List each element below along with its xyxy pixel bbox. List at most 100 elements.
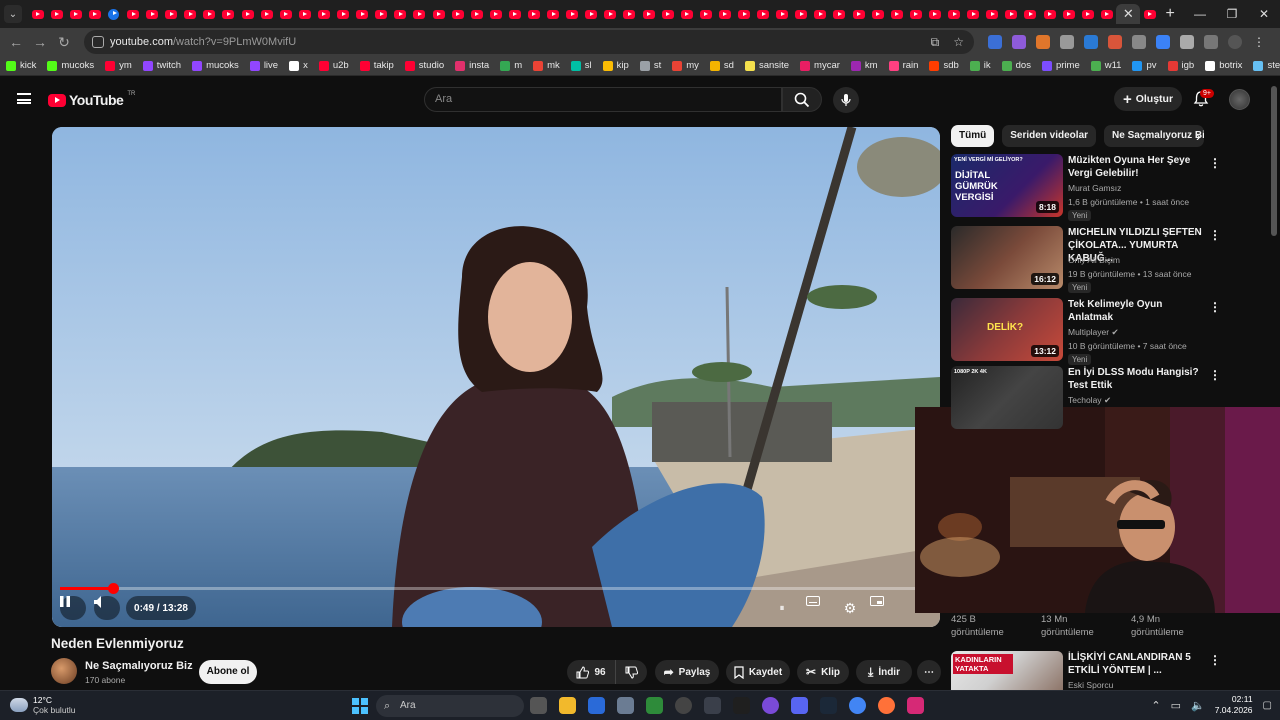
browser-tab[interactable] bbox=[658, 4, 677, 24]
notification-center-icon[interactable]: ▢ bbox=[1263, 700, 1272, 711]
bookmark-item[interactable]: sl bbox=[570, 60, 592, 71]
menu-icon[interactable] bbox=[17, 93, 31, 104]
reading-list-icon[interactable] bbox=[1204, 35, 1218, 49]
video-thumbnail[interactable]: YENİ VERGİ Mİ GELİYOR? DİJİTAL GÜMRÜK VER… bbox=[951, 154, 1063, 217]
recommendation-item[interactable]: 1080P 2K 4K En İyi DLSS Modu Hangisi? Tes… bbox=[951, 366, 1271, 430]
bookmark-item[interactable]: my bbox=[672, 60, 699, 71]
browser-tab[interactable] bbox=[486, 4, 505, 24]
browser-tab[interactable] bbox=[314, 4, 333, 24]
browser-tab[interactable] bbox=[524, 4, 543, 24]
minimize-button[interactable]: — bbox=[1184, 0, 1216, 28]
network-icon[interactable]: ▭ bbox=[1171, 699, 1181, 712]
discord-icon[interactable] bbox=[791, 697, 808, 714]
subtitles-button[interactable] bbox=[806, 596, 830, 620]
recommendation-item[interactable]: DELİK? 13:12 Tek Kelimeyle Oyun Anlatmak Mu… bbox=[951, 298, 1271, 365]
browser-tab[interactable] bbox=[391, 4, 410, 24]
browser-tab[interactable] bbox=[448, 4, 467, 24]
browser-tab[interactable] bbox=[1021, 4, 1040, 24]
app-icon[interactable] bbox=[733, 697, 750, 714]
account-avatar[interactable] bbox=[1229, 89, 1250, 110]
browser-menu-icon[interactable]: ⋮ bbox=[1252, 35, 1266, 49]
create-button[interactable]: + Oluştur bbox=[1114, 87, 1182, 111]
browser-tab[interactable] bbox=[334, 4, 353, 24]
browser-tab[interactable] bbox=[162, 4, 181, 24]
extension-icon[interactable] bbox=[1132, 35, 1146, 49]
task-view-icon[interactable] bbox=[530, 697, 547, 714]
settings-app-icon[interactable] bbox=[617, 697, 634, 714]
app-icon[interactable] bbox=[646, 697, 663, 714]
dislike-button[interactable] bbox=[615, 660, 647, 684]
browser-tab[interactable] bbox=[582, 4, 601, 24]
browser-tab[interactable] bbox=[830, 4, 849, 24]
bookmark-item[interactable]: twitch bbox=[142, 60, 181, 71]
bookmark-item[interactable]: x bbox=[289, 60, 308, 71]
bookmark-item[interactable]: igb bbox=[1167, 60, 1194, 71]
extension-icon[interactable] bbox=[1156, 35, 1170, 49]
new-tab-button[interactable]: + bbox=[1165, 5, 1174, 23]
browser-tab[interactable] bbox=[639, 4, 658, 24]
browser-tab[interactable] bbox=[715, 4, 734, 24]
like-button[interactable]: 96 bbox=[567, 660, 615, 684]
recommendation-title[interactable]: Tek Kelimeyle Oyun Anlatmak bbox=[1068, 298, 1208, 324]
browser-tab[interactable] bbox=[47, 4, 66, 24]
bookmark-item[interactable]: sdb bbox=[929, 60, 959, 71]
browser-tab[interactable] bbox=[353, 4, 372, 24]
forward-button[interactable]: → bbox=[28, 34, 52, 50]
maximize-button[interactable]: ❐ bbox=[1216, 0, 1248, 28]
video-player[interactable]: 0:49 / 13:28 ⏸ ⚙ bbox=[52, 127, 940, 627]
bookmark-item[interactable]: ym bbox=[105, 60, 132, 71]
browser-tab[interactable] bbox=[1040, 4, 1059, 24]
extension-icon[interactable] bbox=[1012, 35, 1026, 49]
bookmark-item[interactable]: km bbox=[850, 60, 878, 71]
browser-tab[interactable] bbox=[1140, 4, 1159, 24]
bookmark-item[interactable]: sansite bbox=[744, 60, 789, 71]
browser-tab[interactable] bbox=[544, 4, 563, 24]
autoplay-toggle[interactable]: ⏸ bbox=[770, 596, 794, 620]
browser-tab[interactable] bbox=[1059, 4, 1078, 24]
active-tab-close-button[interactable]: ✕ bbox=[1116, 4, 1141, 24]
browser-tab[interactable] bbox=[1078, 4, 1097, 24]
pause-button[interactable] bbox=[60, 596, 86, 620]
youtube-logo[interactable]: YouTube TR bbox=[48, 91, 135, 108]
save-button[interactable]: Kaydet bbox=[726, 660, 790, 684]
recommendation-menu-icon[interactable]: ⋮ bbox=[1209, 368, 1221, 382]
bookmark-item[interactable]: mycar bbox=[800, 60, 840, 71]
browser-tab[interactable] bbox=[773, 4, 792, 24]
bookmark-item[interactable]: mk bbox=[533, 60, 560, 71]
reload-button[interactable]: ↻ bbox=[52, 34, 76, 51]
bookmark-item[interactable]: steam bbox=[1253, 60, 1280, 71]
browser-tab[interactable] bbox=[964, 4, 983, 24]
browser-tab[interactable] bbox=[28, 4, 47, 24]
bookmark-item[interactable]: mucoks bbox=[192, 60, 239, 71]
bookmark-item[interactable]: prime bbox=[1041, 60, 1080, 71]
recommendation-menu-icon[interactable]: ⋮ bbox=[1209, 300, 1221, 314]
browser-tab[interactable] bbox=[219, 4, 238, 24]
recommendation-title[interactable]: Müzikten Oyuna Her Şeye Vergi Gelebilir! bbox=[1068, 154, 1208, 180]
store-icon[interactable] bbox=[588, 697, 605, 714]
bookmark-item[interactable]: botrix bbox=[1205, 60, 1242, 71]
bookmark-item[interactable]: insta bbox=[455, 60, 489, 71]
file-explorer-icon[interactable] bbox=[559, 697, 576, 714]
browser-tab[interactable] bbox=[85, 4, 104, 24]
recommendation-channel[interactable]: Murat Gamsız bbox=[1068, 183, 1121, 193]
clip-button[interactable]: ✂ Klip bbox=[797, 660, 849, 684]
video-thumbnail[interactable]: 16:12 bbox=[951, 226, 1063, 289]
browser-tab[interactable] bbox=[811, 4, 830, 24]
share-button[interactable]: ➦ Paylaş bbox=[655, 660, 719, 684]
video-thumbnail[interactable]: DELİK? 13:12 bbox=[951, 298, 1063, 361]
browser-tab[interactable] bbox=[467, 4, 486, 24]
browser-tab[interactable] bbox=[66, 4, 85, 24]
progress-bar[interactable] bbox=[60, 583, 932, 594]
browser-tab[interactable] bbox=[925, 4, 944, 24]
bookmark-item[interactable]: w11 bbox=[1090, 60, 1121, 71]
bookmark-item[interactable]: live bbox=[249, 60, 278, 71]
tray-overflow-icon[interactable]: ⌃ bbox=[1151, 699, 1160, 712]
page-scrollbar[interactable] bbox=[1271, 86, 1277, 236]
recommendation-title[interactable]: İLİŞKİYİ CANLANDIRAN 5 ETKİLİ YÖNTEM | .… bbox=[1068, 651, 1208, 677]
volume-tray-icon[interactable]: 🔈 bbox=[1191, 699, 1205, 712]
recommendation-menu-icon[interactable]: ⋮ bbox=[1209, 228, 1221, 242]
browser-tab[interactable] bbox=[295, 4, 314, 24]
extension-icon[interactable] bbox=[1060, 35, 1074, 49]
browser-tab[interactable] bbox=[620, 4, 639, 24]
browser-tab[interactable] bbox=[887, 4, 906, 24]
